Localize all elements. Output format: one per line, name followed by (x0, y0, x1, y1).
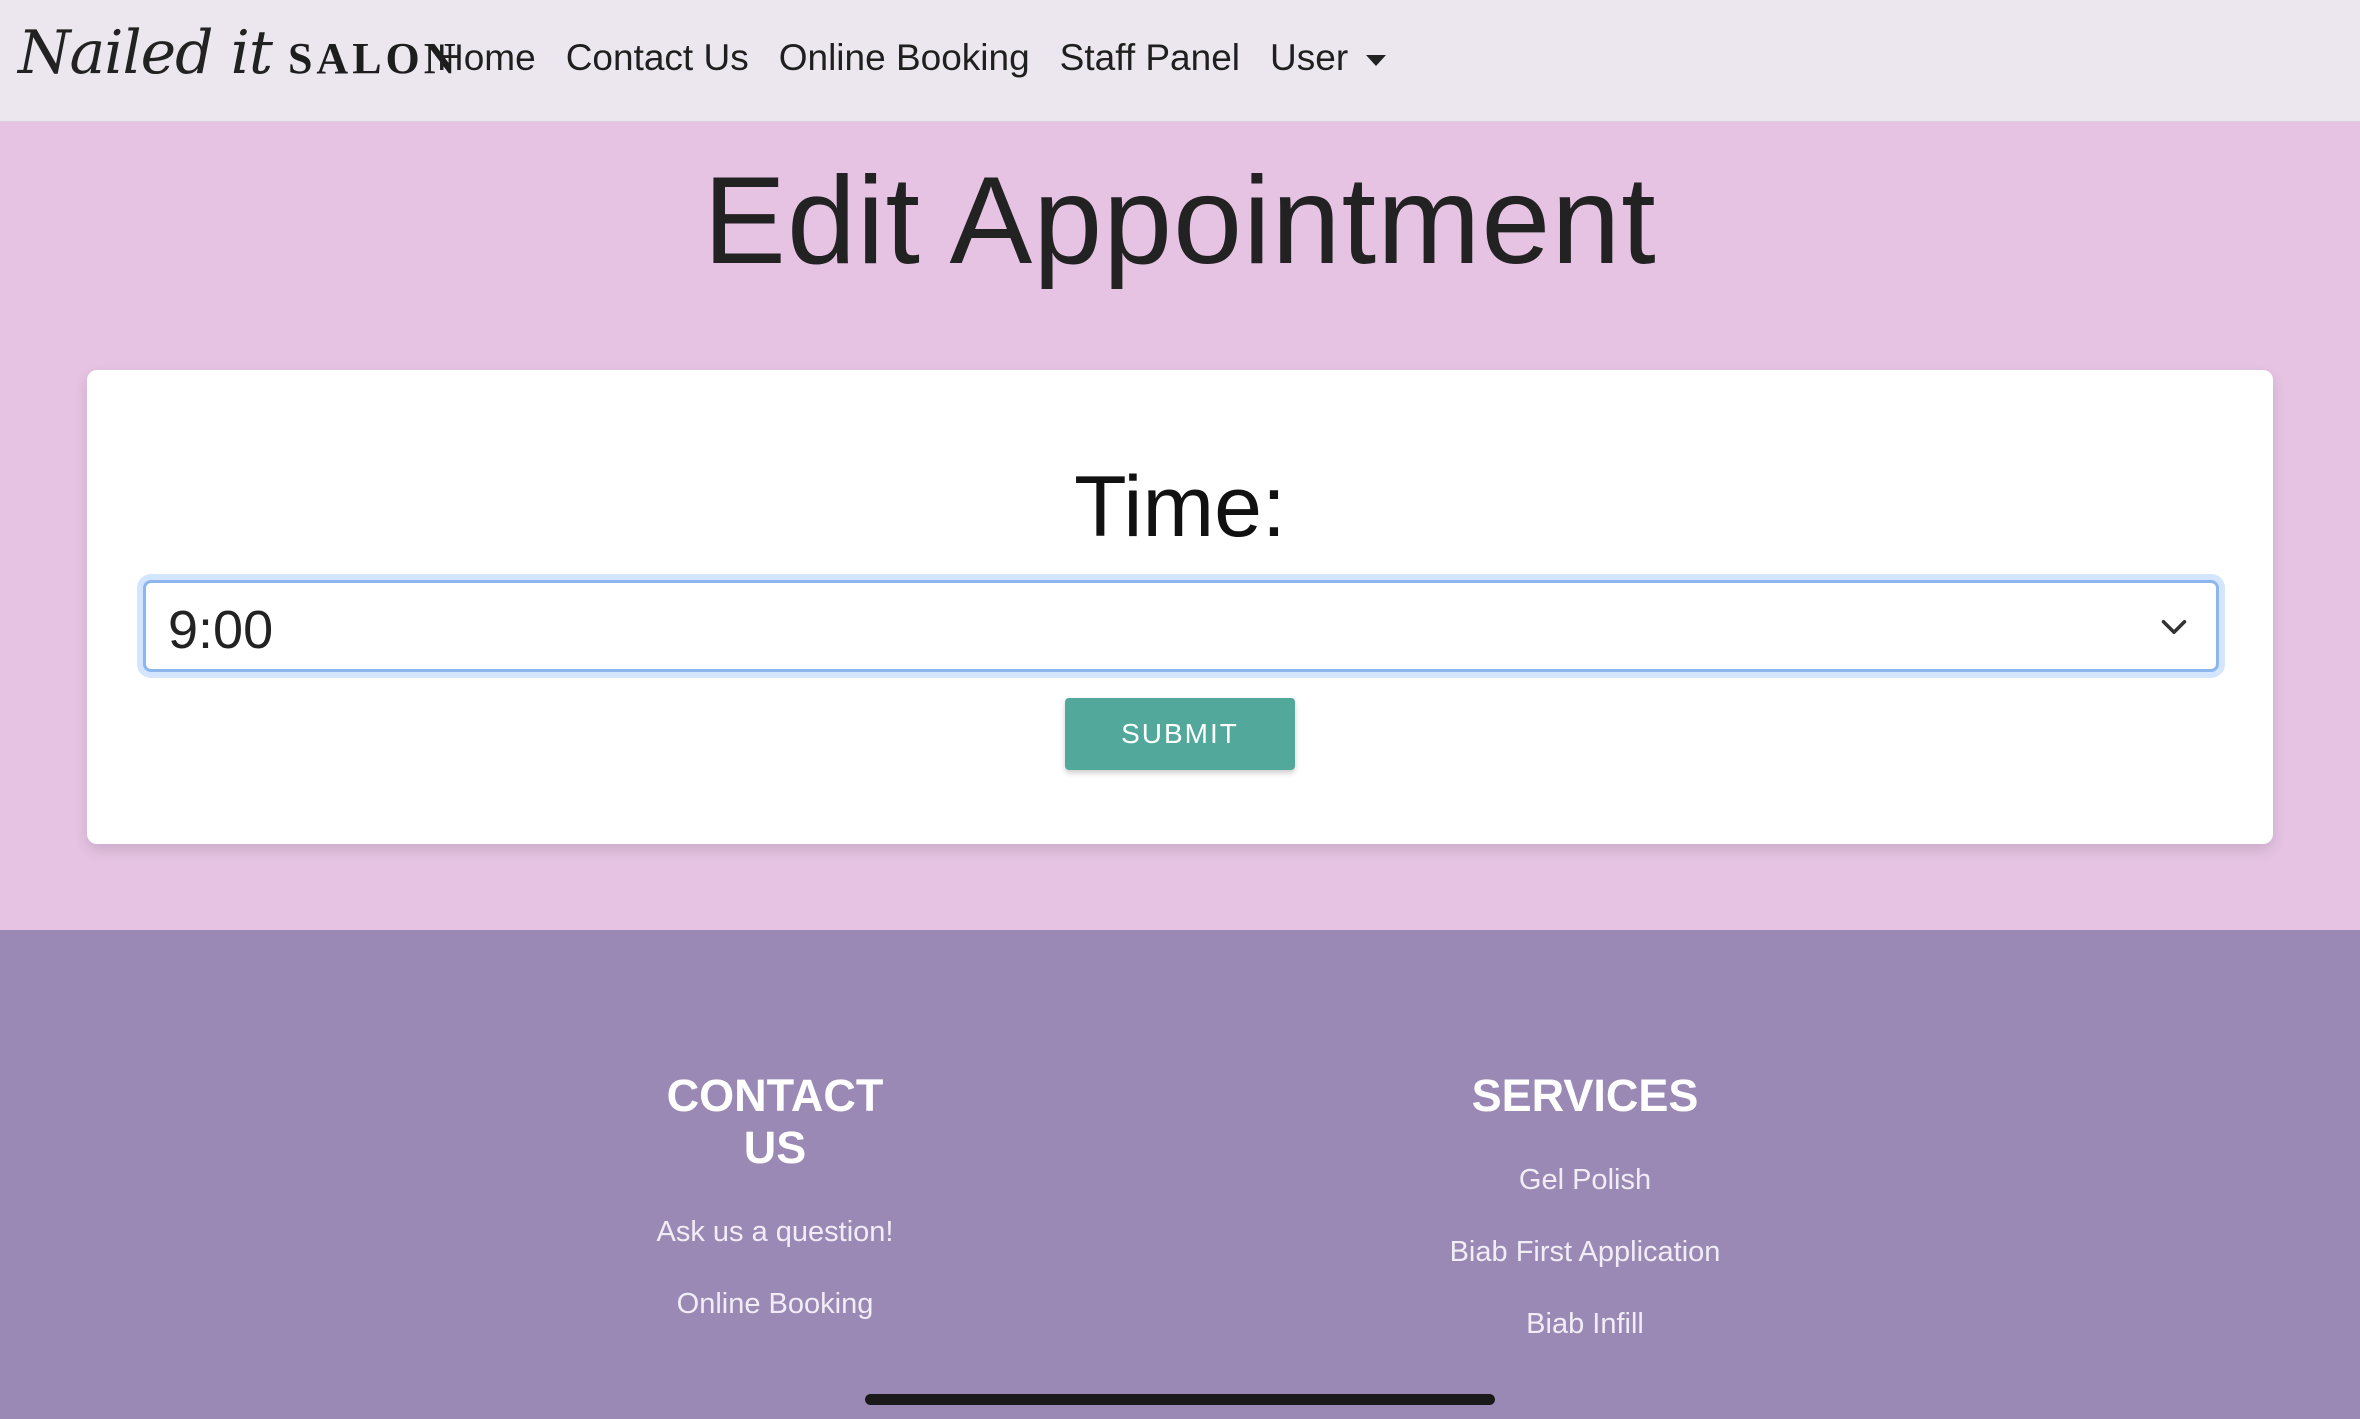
time-select[interactable]: 9:00 (143, 580, 2219, 672)
footer-contact-heading: CONTACT US (666, 1070, 884, 1173)
user-dropdown-label: User (1270, 37, 1349, 78)
nav-link-online-booking[interactable]: Online Booking (779, 30, 1030, 86)
page-title: Edit Appointment (703, 152, 1657, 290)
footer-services-heading: SERVICES (1471, 1070, 1699, 1121)
footer-link-biab-infill[interactable]: Biab Infill (1420, 1302, 1750, 1346)
caret-down-icon (1366, 54, 1387, 66)
footer-link-biab-first-application[interactable]: Biab First Application (1420, 1230, 1750, 1274)
home-indicator-bar (865, 1394, 1495, 1405)
site-footer: CONTACT US Ask us a question! Online Boo… (0, 930, 2360, 1419)
time-select-value: 9:00 (168, 600, 274, 660)
nav-link-staff-panel[interactable]: Staff Panel (1060, 30, 1240, 86)
top-navbar: Nailed it SALON Home Contact Us Online B… (0, 0, 2360, 122)
submit-button[interactable]: SUBMIT (1065, 698, 1295, 770)
brand-script-text: Nailed it (18, 18, 273, 88)
nav-link-contact-us[interactable]: Contact Us (566, 30, 749, 86)
footer-contact-column: CONTACT US Ask us a question! Online Boo… (640, 1070, 910, 1354)
user-dropdown[interactable]: User (1270, 30, 1387, 86)
nav-links: Home Contact Us Online Booking Staff Pan… (437, 30, 1387, 86)
footer-services-column: SERVICES Gel Polish Biab First Applicati… (1420, 1070, 1750, 1374)
chevron-down-icon (2161, 620, 2187, 634)
footer-link-online-booking[interactable]: Online Booking (640, 1282, 910, 1326)
nav-link-home[interactable]: Home (437, 30, 536, 86)
edit-appointment-card: Time: 9:00 SUBMIT (87, 370, 2273, 844)
brand-salon-text: SALON (287, 34, 460, 83)
footer-link-ask-question[interactable]: Ask us a question! (640, 1210, 910, 1254)
footer-link-gel-polish[interactable]: Gel Polish (1420, 1158, 1750, 1202)
time-label: Time: (1074, 459, 1286, 555)
brand-logo[interactable]: Nailed it SALON (18, 18, 460, 98)
